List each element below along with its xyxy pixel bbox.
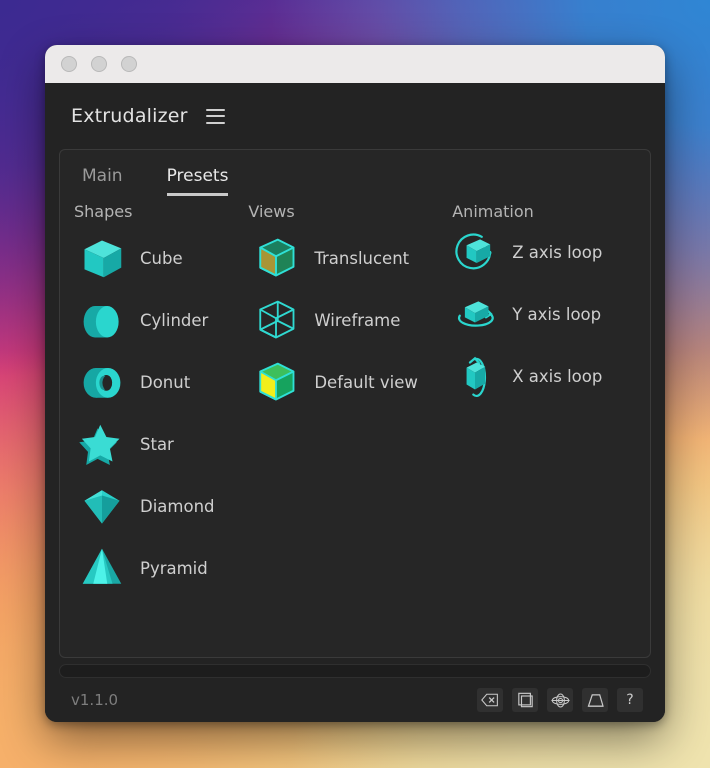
tab-bar: Main Presets xyxy=(60,150,650,196)
star-icon xyxy=(79,424,120,465)
perspective-frustum-icon[interactable] xyxy=(582,688,608,712)
preset-item-donut[interactable]: Donut xyxy=(74,351,248,413)
preset-item-x-axis-loop[interactable]: X axis loop xyxy=(448,345,650,407)
preset-label: Wireframe xyxy=(314,310,401,330)
content-panel: Main Presets Shapes Cube Cylinder Donut … xyxy=(59,149,651,658)
minimize-dot[interactable] xyxy=(91,56,107,72)
duplicate-cube-icon[interactable] xyxy=(512,688,538,712)
cylinder-icon xyxy=(83,306,119,338)
preset-item-cylinder[interactable]: Cylinder xyxy=(74,289,248,351)
shapes-heading: Shapes xyxy=(74,202,133,221)
app-header: Extrudalizer xyxy=(45,83,665,149)
preset-label: Donut xyxy=(140,372,191,392)
presets-columns: Shapes Cube Cylinder Donut Star Diamond … xyxy=(60,196,650,657)
status-icon-group: ? xyxy=(477,688,643,712)
hamburger-menu-icon[interactable] xyxy=(205,108,225,124)
preset-label: Cube xyxy=(140,248,183,268)
orbit-gizmo-icon[interactable] xyxy=(547,688,573,712)
solid-cube-icon xyxy=(259,362,295,401)
views-column: Views Translucent Wireframe Default view xyxy=(248,202,444,657)
preset-label: Star xyxy=(140,434,174,454)
preset-label: Z axis loop xyxy=(512,242,603,262)
close-dot[interactable] xyxy=(61,56,77,72)
y-axis-loop-icon xyxy=(458,301,495,327)
window-titlebar[interactable] xyxy=(45,45,665,83)
horizontal-scrollbar[interactable] xyxy=(59,664,651,678)
cube-icon xyxy=(84,240,122,278)
diamond-icon xyxy=(84,490,120,524)
preset-item-pyramid[interactable]: Pyramid xyxy=(74,537,248,599)
preset-label: Default view xyxy=(314,372,418,392)
views-heading: Views xyxy=(248,202,295,221)
scrollbar-area xyxy=(45,658,665,678)
preset-label: Diamond xyxy=(140,496,215,516)
preset-item-z-axis-loop[interactable]: Z axis loop xyxy=(448,221,650,283)
status-bar: v1.1.0 ? xyxy=(45,678,665,722)
preset-label: Cylinder xyxy=(140,310,209,330)
tab-presets[interactable]: Presets xyxy=(166,166,229,196)
preset-item-diamond[interactable]: Diamond xyxy=(74,475,248,537)
preset-item-star[interactable]: Star xyxy=(74,413,248,475)
preset-label: Y axis loop xyxy=(512,304,602,324)
translucent-cube-icon xyxy=(259,238,295,277)
pyramid-icon xyxy=(82,548,122,584)
preset-item-translucent[interactable]: Translucent xyxy=(248,227,444,289)
version-label: v1.1.0 xyxy=(71,691,119,709)
animation-heading: Animation xyxy=(452,202,534,221)
maximize-dot[interactable] xyxy=(121,56,137,72)
erase-backspace-icon[interactable] xyxy=(477,688,503,712)
app-title: Extrudalizer xyxy=(71,105,188,127)
preset-label: Translucent xyxy=(314,248,410,268)
animation-column: Animation Z axis loop Y axis loop X axis… xyxy=(444,202,650,657)
tab-main[interactable]: Main xyxy=(82,166,123,196)
preset-label: X axis loop xyxy=(512,366,603,386)
preset-item-default-view[interactable]: Default view xyxy=(248,351,444,413)
z-axis-loop-icon xyxy=(455,233,492,270)
preset-item-y-axis-loop[interactable]: Y axis loop xyxy=(448,283,650,345)
shapes-column: Shapes Cube Cylinder Donut Star Diamond … xyxy=(60,202,248,657)
app-window: Extrudalizer Main Presets Shapes Cube Cy… xyxy=(45,45,665,722)
desktop-background: Extrudalizer Main Presets Shapes Cube Cy… xyxy=(0,0,710,768)
preset-label: Pyramid xyxy=(140,558,208,578)
preset-item-wireframe[interactable]: Wireframe xyxy=(248,289,444,351)
wireframe-cube-icon xyxy=(259,300,295,339)
x-axis-loop-icon xyxy=(466,356,487,398)
preset-item-cube[interactable]: Cube xyxy=(74,227,248,289)
help-question-icon[interactable]: ? xyxy=(617,688,643,712)
donut-torus-icon xyxy=(83,368,121,398)
